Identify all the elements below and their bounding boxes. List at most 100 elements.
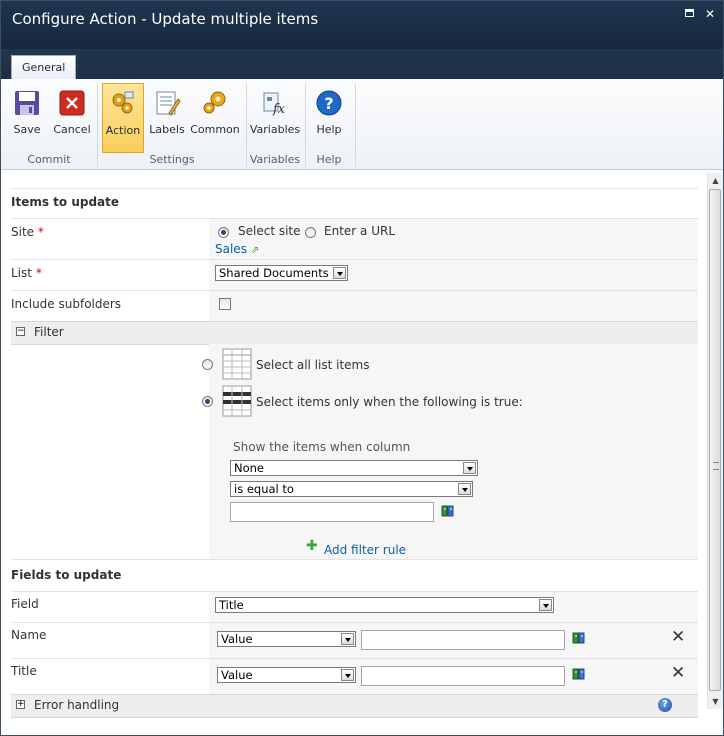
- select-all-radio[interactable]: [202, 359, 213, 370]
- help-icon[interactable]: ?: [658, 698, 672, 712]
- group-label-settings: Settings: [149, 153, 195, 166]
- labels-icon: [156, 91, 181, 116]
- scroll-down-arrow-icon[interactable]: ▼: [708, 694, 723, 709]
- error-handling-section-header[interactable]: + Error handling ?: [11, 694, 698, 718]
- common-button[interactable]: Common: [189, 83, 241, 149]
- remove-row-x-icon[interactable]: ✕: [671, 627, 685, 647]
- field-select-value: Title: [219, 598, 244, 612]
- select-all-label: Select all list items: [256, 358, 370, 372]
- field-label: Field: [11, 597, 39, 611]
- field-select[interactable]: Title: [215, 597, 554, 613]
- svg-text:fx: fx: [272, 102, 286, 117]
- enter-url-label: Enter a URL: [324, 224, 395, 238]
- expand-plus-icon[interactable]: +: [16, 700, 25, 709]
- value-input[interactable]: [361, 630, 565, 650]
- tab-general[interactable]: General: [11, 55, 77, 79]
- error-handling-heading: Error handling: [34, 698, 120, 712]
- required-marker: *: [37, 225, 44, 239]
- dialog-window: Configure Action - Update multiple items…: [0, 0, 724, 736]
- filter-column-select[interactable]: None: [230, 460, 478, 476]
- site-label: Site *: [11, 225, 44, 239]
- value-type-select[interactable]: Value: [217, 667, 356, 683]
- collapse-minus-icon[interactable]: −: [16, 327, 25, 336]
- help-button[interactable]: ? Help: [309, 83, 349, 149]
- chevron-down-icon: [458, 483, 471, 495]
- action-button[interactable]: Action: [102, 83, 144, 153]
- scroll-up-arrow-icon[interactable]: ▲: [708, 173, 723, 188]
- include-subfolders-cell: [209, 291, 698, 322]
- cancel-icon: [59, 90, 85, 116]
- maximize-icon: [685, 9, 694, 17]
- scroll-grip-icon: [713, 462, 719, 470]
- filter-section-header[interactable]: − Filter: [11, 321, 698, 345]
- add-filter-rule-link[interactable]: Add filter rule: [324, 543, 406, 557]
- list-label: List *: [11, 266, 42, 280]
- group-label-help: Help: [316, 153, 342, 166]
- ribbon-separator: [355, 83, 356, 167]
- help-label: Help: [316, 123, 342, 136]
- items-to-update-heading: Items to update: [11, 195, 120, 209]
- update-row-label: Title: [11, 664, 37, 678]
- field-value-cell: Title: [209, 592, 698, 623]
- title-bar: Configure Action - Update multiple items…: [1, 1, 723, 49]
- close-icon: ✕: [704, 7, 716, 21]
- chevron-down-icon: [539, 599, 552, 611]
- scroll-thumb[interactable]: [709, 189, 721, 691]
- window-title: Configure Action - Update multiple items: [12, 10, 319, 28]
- maximize-button[interactable]: [683, 7, 697, 21]
- update-row-name: Name Value ✕: [11, 622, 698, 659]
- select-site-radio[interactable]: [218, 227, 229, 238]
- chevron-down-icon: [333, 267, 346, 279]
- select-when-radio[interactable]: [202, 396, 213, 407]
- variables-fx-icon: fx: [263, 92, 286, 117]
- field-row: Field Title: [11, 591, 698, 623]
- enter-url-radio[interactable]: [305, 227, 316, 238]
- list-row: List * Shared Documents: [11, 259, 698, 291]
- save-label: Save: [13, 123, 41, 136]
- save-button[interactable]: Save: [5, 83, 49, 149]
- vertical-scrollbar[interactable]: ▲ ▼: [707, 173, 723, 709]
- site-link[interactable]: Sales ⇗: [215, 242, 259, 256]
- filter-body: Select all list items Select items only …: [202, 344, 698, 559]
- common-gears-icon: [203, 91, 226, 114]
- svg-text:?: ?: [324, 94, 333, 113]
- add-plus-icon: ✚: [306, 538, 318, 554]
- filter-operator-select[interactable]: is equal to: [230, 481, 473, 497]
- cancel-button[interactable]: Cancel: [51, 83, 93, 149]
- update-row-label: Name: [11, 628, 47, 642]
- lookup-book-icon[interactable]: [572, 668, 586, 680]
- value-type-text: Value: [221, 668, 253, 682]
- site-row: Site * Select site Enter a URL Sales ⇗: [11, 218, 698, 260]
- remove-row-x-icon[interactable]: ✕: [671, 663, 685, 683]
- filter-value-input[interactable]: [230, 502, 434, 522]
- lookup-book-icon[interactable]: [572, 632, 586, 644]
- ribbon-separator: [97, 83, 98, 167]
- include-subfolders-row: Include subfolders: [11, 290, 698, 322]
- list-select[interactable]: Shared Documents: [215, 265, 348, 281]
- show-items-label: Show the items when column: [233, 440, 411, 454]
- group-label-commit: Commit: [27, 153, 71, 166]
- required-marker: *: [35, 266, 42, 280]
- value-type-select[interactable]: Value: [217, 631, 356, 647]
- include-subfolders-checkbox[interactable]: [219, 298, 231, 310]
- variables-button[interactable]: fx Variables: [249, 83, 301, 149]
- update-row-cell: Value ✕: [209, 623, 698, 659]
- site-value-cell: Select site Enter a URL Sales ⇗: [209, 219, 698, 260]
- update-row-cell: Value ✕: [209, 659, 698, 695]
- close-button[interactable]: ✕: [703, 7, 717, 21]
- ribbon-tabstrip: General: [1, 49, 723, 79]
- list-label-text: List: [11, 266, 32, 280]
- value-input[interactable]: [361, 666, 565, 686]
- variables-label: Variables: [249, 123, 301, 136]
- lookup-book-icon[interactable]: [441, 505, 455, 517]
- group-label-variables: Variables: [249, 153, 301, 166]
- list-grid-icon: [222, 348, 252, 380]
- ribbon: Save Cancel Action Labels Common fx Vari…: [1, 79, 723, 170]
- include-subfolders-label: Include subfolders: [11, 297, 122, 311]
- value-type-text: Value: [221, 632, 253, 646]
- labels-button[interactable]: Labels: [147, 83, 187, 149]
- list-value-cell: Shared Documents: [209, 260, 698, 291]
- help-question-icon: ?: [316, 90, 342, 116]
- common-label: Common: [190, 123, 240, 136]
- filter-operator-value: is equal to: [234, 482, 294, 496]
